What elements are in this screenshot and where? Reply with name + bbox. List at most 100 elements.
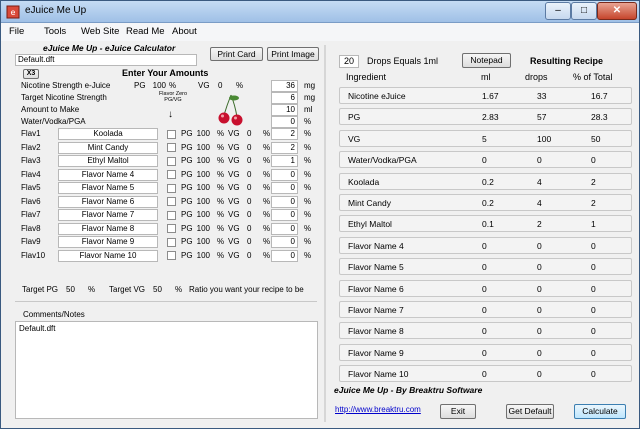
flavor-vg-field[interactable]: 0 [247, 237, 251, 247]
flavor-pg-pct: % [217, 223, 225, 233]
flavor-pg-field[interactable]: 100 [195, 210, 210, 220]
flavor-name-field[interactable]: Flavor Name 7 [58, 209, 158, 222]
flavor-name-field[interactable]: Mint Candy [58, 141, 158, 154]
flavor-amount-field[interactable]: 0 [271, 236, 298, 249]
menu-tools[interactable]: Tools [44, 26, 66, 37]
flavor-pg-field[interactable]: 100 [195, 143, 210, 153]
flavor-zero-checkbox[interactable] [167, 210, 176, 220]
flavor-name-field[interactable]: Flavor Name 4 [58, 168, 158, 181]
flavor-name-field[interactable]: Flavor Name 10 [58, 249, 158, 262]
flavor-amount-field[interactable]: 0 [271, 182, 298, 195]
flavor-zero-checkbox[interactable] [167, 156, 176, 166]
flavor-pg-pct: % [217, 156, 225, 166]
app-heading: eJuice Me Up - eJuice Calculator [43, 43, 176, 53]
target-vg-field[interactable]: 50 [153, 285, 162, 295]
flavor-pg-pct: % [217, 129, 225, 138]
menu-read-me[interactable]: Read Me [126, 26, 165, 37]
recipe-pct: 0 [591, 155, 596, 166]
notepad-button[interactable]: Notepad [462, 53, 511, 68]
flavor-vg-field[interactable]: 0 [247, 156, 251, 166]
flavor-pg-field[interactable]: 100 [195, 197, 210, 207]
recipe-ingredient: VG [348, 133, 361, 144]
flavor-id: Flav3 [21, 156, 41, 166]
nicotine-strength-field[interactable]: 36 [271, 80, 298, 92]
flavor-zero-checkbox[interactable] [167, 129, 176, 139]
drops-field[interactable]: 20 [339, 55, 359, 68]
menu-web-site[interactable]: Web Site [81, 26, 119, 37]
maximize-button[interactable]: □ [571, 2, 597, 20]
flavor-pg-field[interactable]: 100 [195, 224, 210, 234]
nicotine-vg-field[interactable]: 0 [218, 81, 222, 91]
flavor-amount-pct: % [304, 142, 312, 152]
flavor-zero-checkbox[interactable] [167, 183, 176, 193]
recipe-drops: 0 [537, 262, 542, 273]
flavor-vg-field[interactable]: 0 [247, 183, 251, 193]
recipe-pct: 0 [591, 283, 596, 294]
flavor-id: Flav10 [21, 250, 46, 260]
flavor-zero-checkbox[interactable] [167, 170, 176, 180]
flavor-amount-pct: % [304, 210, 312, 220]
flavor-amount-field[interactable]: 2 [271, 141, 298, 154]
flavor-amount-field[interactable]: 1 [271, 155, 298, 168]
flavor-pg-pct: % [217, 210, 225, 220]
print-image-button[interactable]: Print Image [267, 47, 319, 61]
flavor-vg-field[interactable]: 0 [247, 251, 251, 261]
flavor-name-field[interactable]: Flavor Name 5 [58, 182, 158, 195]
target-nicotine-field[interactable]: 6 [271, 92, 298, 104]
calculate-button[interactable]: Calculate [574, 404, 626, 419]
flavor-name-field[interactable]: Flavor Name 6 [58, 195, 158, 208]
flavor-zero-checkbox[interactable] [167, 251, 176, 261]
nicotine-pg-field[interactable]: 100 [151, 81, 166, 91]
flavor-amount-field[interactable]: 0 [271, 168, 298, 181]
comments-textarea[interactable]: Default.dft [15, 321, 318, 419]
flavor-zero-checkbox[interactable] [167, 143, 176, 153]
flavor-pg-field[interactable]: 100 [195, 237, 210, 247]
flavor-pg-field[interactable]: 100 [195, 156, 210, 166]
flavor-name-field[interactable]: Flavor Name 9 [58, 236, 158, 249]
close-button[interactable]: ✕ [597, 2, 637, 20]
flavor-amount-field[interactable]: 2 [271, 128, 298, 140]
flavor-name-field[interactable]: Ethyl Maltol [58, 155, 158, 168]
flavor-name-field[interactable]: Koolada [58, 128, 158, 140]
flavor-pg-field[interactable]: 100 [195, 183, 210, 193]
flavor-amount-field[interactable]: 0 [271, 249, 298, 262]
flavor-amount-field[interactable]: 0 [271, 209, 298, 222]
flavor-pg-field[interactable]: 100 [195, 129, 210, 139]
get-default-button[interactable]: Get Default [506, 404, 554, 419]
flavor-vg-field[interactable]: 0 [247, 224, 251, 234]
flavor-amount-field[interactable]: 0 [271, 222, 298, 235]
flavor-vg-field[interactable]: 0 [247, 210, 251, 220]
menu-file[interactable]: File [9, 26, 24, 37]
file-name-field[interactable]: Default.dft [15, 54, 197, 66]
recipe-ml: 0 [482, 155, 487, 166]
multiplier-button[interactable]: X3 [23, 69, 39, 79]
flavor-vg-field[interactable]: 0 [247, 143, 251, 153]
flavor-name-field[interactable]: Flavor Name 8 [58, 222, 158, 235]
print-card-button[interactable]: Print Card [210, 47, 263, 61]
flavor-vg-field[interactable]: 0 [247, 170, 251, 180]
flavor-amount-field[interactable]: 0 [271, 195, 298, 208]
flavor-pg-pct: % [217, 183, 225, 193]
menu-about[interactable]: About [172, 26, 197, 37]
flavor-vg-field[interactable]: 0 [247, 129, 251, 139]
minimize-button[interactable]: – [545, 2, 571, 20]
recipe-ingredient: Water/Vodka/PGA [348, 155, 417, 166]
target-pg-field[interactable]: 50 [66, 285, 75, 295]
flavor-vg-field[interactable]: 0 [247, 197, 251, 207]
flavor-zero-checkbox[interactable] [167, 197, 176, 207]
recipe-ingredient: Flavor Name 5 [348, 262, 404, 273]
flavor-pg-field[interactable]: 100 [195, 251, 210, 261]
enter-amounts-heading: Enter Your Amounts [122, 68, 209, 78]
app-window: e eJuice Me Up – □ ✕ File Tools Web Site… [0, 0, 640, 429]
flavor-pg-label: PG [181, 210, 193, 220]
flavor-pg-field[interactable]: 100 [195, 170, 210, 180]
flavor-zero-checkbox[interactable] [167, 237, 176, 247]
flavor-zero-checkbox[interactable] [167, 224, 176, 234]
water-field[interactable]: 0 [271, 116, 298, 128]
exit-button[interactable]: Exit [440, 404, 476, 419]
website-link[interactable]: http://www.breaktru.com [335, 405, 421, 414]
flavor-amount-pct: % [304, 129, 312, 138]
nicotine-vg-pct: % [236, 81, 244, 90]
amount-field[interactable]: 10 [271, 104, 298, 116]
cherries-icon [218, 94, 243, 126]
